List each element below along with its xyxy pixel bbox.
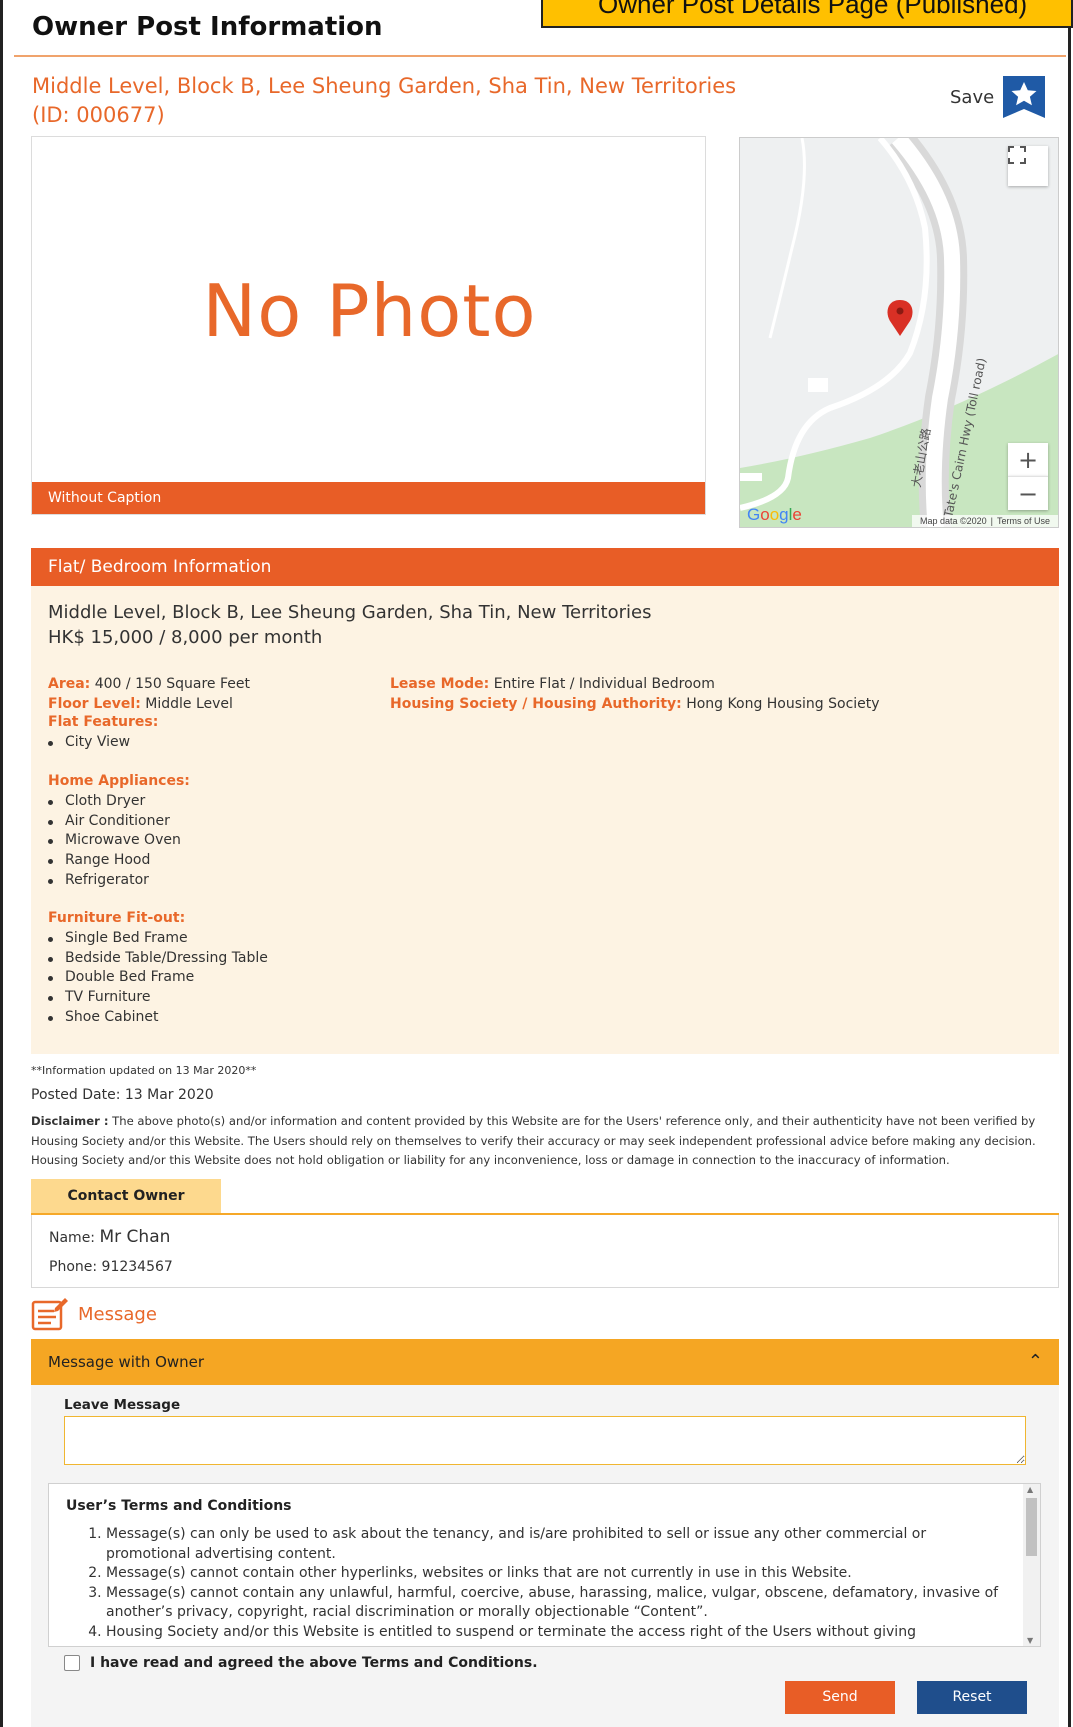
- page-frame-right: [1068, 0, 1071, 1727]
- society-label: Housing Society / Housing Authority:: [390, 696, 682, 712]
- disclaimer-label: Disclaimer :: [31, 1114, 109, 1128]
- contact-name-value: Mr Chan: [99, 1227, 171, 1247]
- floor-field: Floor Level: Middle Level: [48, 694, 233, 714]
- photo-caption: Without Caption: [32, 482, 705, 514]
- list-item: Double Bed Frame: [48, 968, 268, 988]
- send-button[interactable]: Send: [785, 1681, 895, 1714]
- area-field: Area: 400 / 150 Square Feet: [48, 674, 250, 694]
- list-item: Microwave Oven: [48, 831, 181, 851]
- message-edit-icon: [31, 1298, 68, 1331]
- flat-price: HK$ 15,000 / 8,000 per month: [48, 627, 323, 648]
- contact-phone: Phone: 91234567: [49, 1259, 173, 1275]
- appliances-list: Cloth Dryer Air Conditioner Microwave Ov…: [48, 792, 181, 890]
- map-attribution: Map data ©2020 | Terms of Use: [911, 515, 1058, 527]
- reset-button[interactable]: Reset: [917, 1681, 1027, 1714]
- features-title: Flat Features:: [48, 714, 159, 730]
- location-map[interactable]: 大老山公路 Tate's Cairn Hwy (Toll road) + − G…: [739, 137, 1059, 528]
- contact-name-label: Name:: [49, 1230, 96, 1246]
- page-annotation-banner: Owner Post Details Page (Published): [541, 0, 1073, 28]
- list-item: Cloth Dryer: [48, 792, 181, 812]
- area-value: 400 / 150 Square Feet: [94, 676, 250, 692]
- leave-message-input[interactable]: [64, 1416, 1026, 1465]
- floor-label: Floor Level:: [48, 696, 141, 712]
- save-label: Save: [950, 86, 995, 108]
- scroll-up-icon[interactable]: ▲: [1027, 1485, 1033, 1494]
- listing-address-heading: Middle Level, Block B, Lee Sheung Garden…: [32, 72, 812, 130]
- accordion-title: Message with Owner: [48, 1353, 205, 1371]
- terms-item: Message(s) cannot contain other hyperlin…: [106, 1564, 1012, 1584]
- contact-panel: Name: Mr Chan Phone: 91234567: [31, 1215, 1059, 1288]
- contact-phone-value: 91234567: [101, 1259, 173, 1275]
- scroll-down-icon[interactable]: ▼: [1027, 1636, 1033, 1645]
- photo-gallery: No Photo Without Caption: [31, 136, 706, 515]
- flat-info-header: Flat/ Bedroom Information: [31, 548, 1059, 586]
- furniture-list: Single Bed Frame Bedside Table/Dressing …: [48, 929, 268, 1027]
- star-icon: [1003, 76, 1046, 118]
- lease-value: Entire Flat / Individual Bedroom: [493, 676, 715, 692]
- appliances-title: Home Appliances:: [48, 773, 190, 789]
- tab-contact-owner[interactable]: Contact Owner: [31, 1179, 221, 1213]
- contact-name: Name: Mr Chan: [49, 1227, 170, 1247]
- list-item: Single Bed Frame: [48, 929, 268, 949]
- message-accordion-toggle[interactable]: Message with Owner ⌃: [31, 1339, 1059, 1385]
- title-divider: [14, 55, 1066, 57]
- floor-value: Middle Level: [145, 696, 233, 712]
- society-value: Hong Kong Housing Society: [686, 696, 880, 712]
- leave-message-label: Leave Message: [64, 1397, 181, 1413]
- scrollbar-thumb[interactable]: [1026, 1498, 1037, 1556]
- agree-terms-row[interactable]: I have read and agreed the above Terms a…: [64, 1655, 538, 1671]
- posted-date: Posted Date: 13 Mar 2020: [31, 1087, 214, 1103]
- map-fullscreen-button[interactable]: [1008, 146, 1048, 186]
- message-section-title: Message: [31, 1296, 157, 1332]
- list-item: City View: [48, 733, 130, 753]
- map-data-text: Map data ©2020: [919, 516, 987, 526]
- message-title-text: Message: [78, 1303, 157, 1325]
- terms-list: Message(s) can only be used to ask about…: [66, 1525, 1012, 1643]
- society-field: Housing Society / Housing Authority: Hon…: [390, 694, 880, 714]
- list-item: Shoe Cabinet: [48, 1008, 268, 1028]
- list-item: Range Hood: [48, 851, 181, 871]
- list-item: Refrigerator: [48, 871, 181, 891]
- flat-info-panel: Middle Level, Block B, Lee Sheung Garden…: [31, 586, 1059, 1054]
- message-form: Leave Message User’s Terms and Condition…: [31, 1385, 1059, 1727]
- terms-item: Message(s) can only be used to ask about…: [106, 1525, 1012, 1564]
- map-zoom-in-button[interactable]: +: [1008, 443, 1048, 476]
- google-logo: Google: [747, 505, 802, 524]
- disclaimer-text: The above photo(s) and/or information an…: [31, 1114, 1036, 1167]
- terms-title: User’s Terms and Conditions: [66, 1498, 292, 1514]
- listing-address: Middle Level, Block B, Lee Sheung Garden…: [32, 74, 737, 98]
- lease-label: Lease Mode:: [390, 676, 490, 692]
- page-frame-left: [0, 0, 3, 1727]
- features-list: City View: [48, 733, 130, 753]
- terms-scroll-box[interactable]: User’s Terms and Conditions Message(s) c…: [48, 1483, 1041, 1647]
- listing-id: (ID: 000677): [32, 103, 165, 127]
- list-item: TV Furniture: [48, 988, 268, 1008]
- furniture-title: Furniture Fit-out:: [48, 910, 186, 926]
- list-item: Air Conditioner: [48, 812, 181, 832]
- fullscreen-icon: [1008, 146, 1026, 164]
- save-button[interactable]: Save: [950, 76, 1046, 118]
- terms-item: Housing Society and/or this Website is e…: [106, 1623, 1012, 1643]
- map-zoom-out-button[interactable]: −: [1008, 476, 1048, 510]
- no-photo-placeholder: No Photo: [202, 269, 537, 353]
- flat-address: Middle Level, Block B, Lee Sheung Garden…: [48, 602, 652, 623]
- page-title: Owner Post Information: [32, 12, 383, 42]
- terms-scrollbar[interactable]: ▲ ▼: [1023, 1484, 1040, 1646]
- disclaimer: Disclaimer : The above photo(s) and/or i…: [31, 1112, 1065, 1171]
- chevron-up-icon: ⌃: [1027, 1351, 1043, 1372]
- map-terms-link[interactable]: Terms of Use: [997, 516, 1050, 526]
- list-item: Bedside Table/Dressing Table: [48, 949, 268, 969]
- area-label: Area:: [48, 676, 91, 692]
- contact-phone-label: Phone:: [49, 1259, 98, 1275]
- agree-terms-checkbox[interactable]: [64, 1655, 80, 1671]
- terms-item: Message(s) cannot contain any unlawful, …: [106, 1584, 1012, 1623]
- agree-terms-label: I have read and agreed the above Terms a…: [90, 1655, 538, 1671]
- lease-field: Lease Mode: Entire Flat / Individual Bed…: [390, 674, 715, 694]
- updated-note: **Information updated on 13 Mar 2020**: [31, 1064, 257, 1077]
